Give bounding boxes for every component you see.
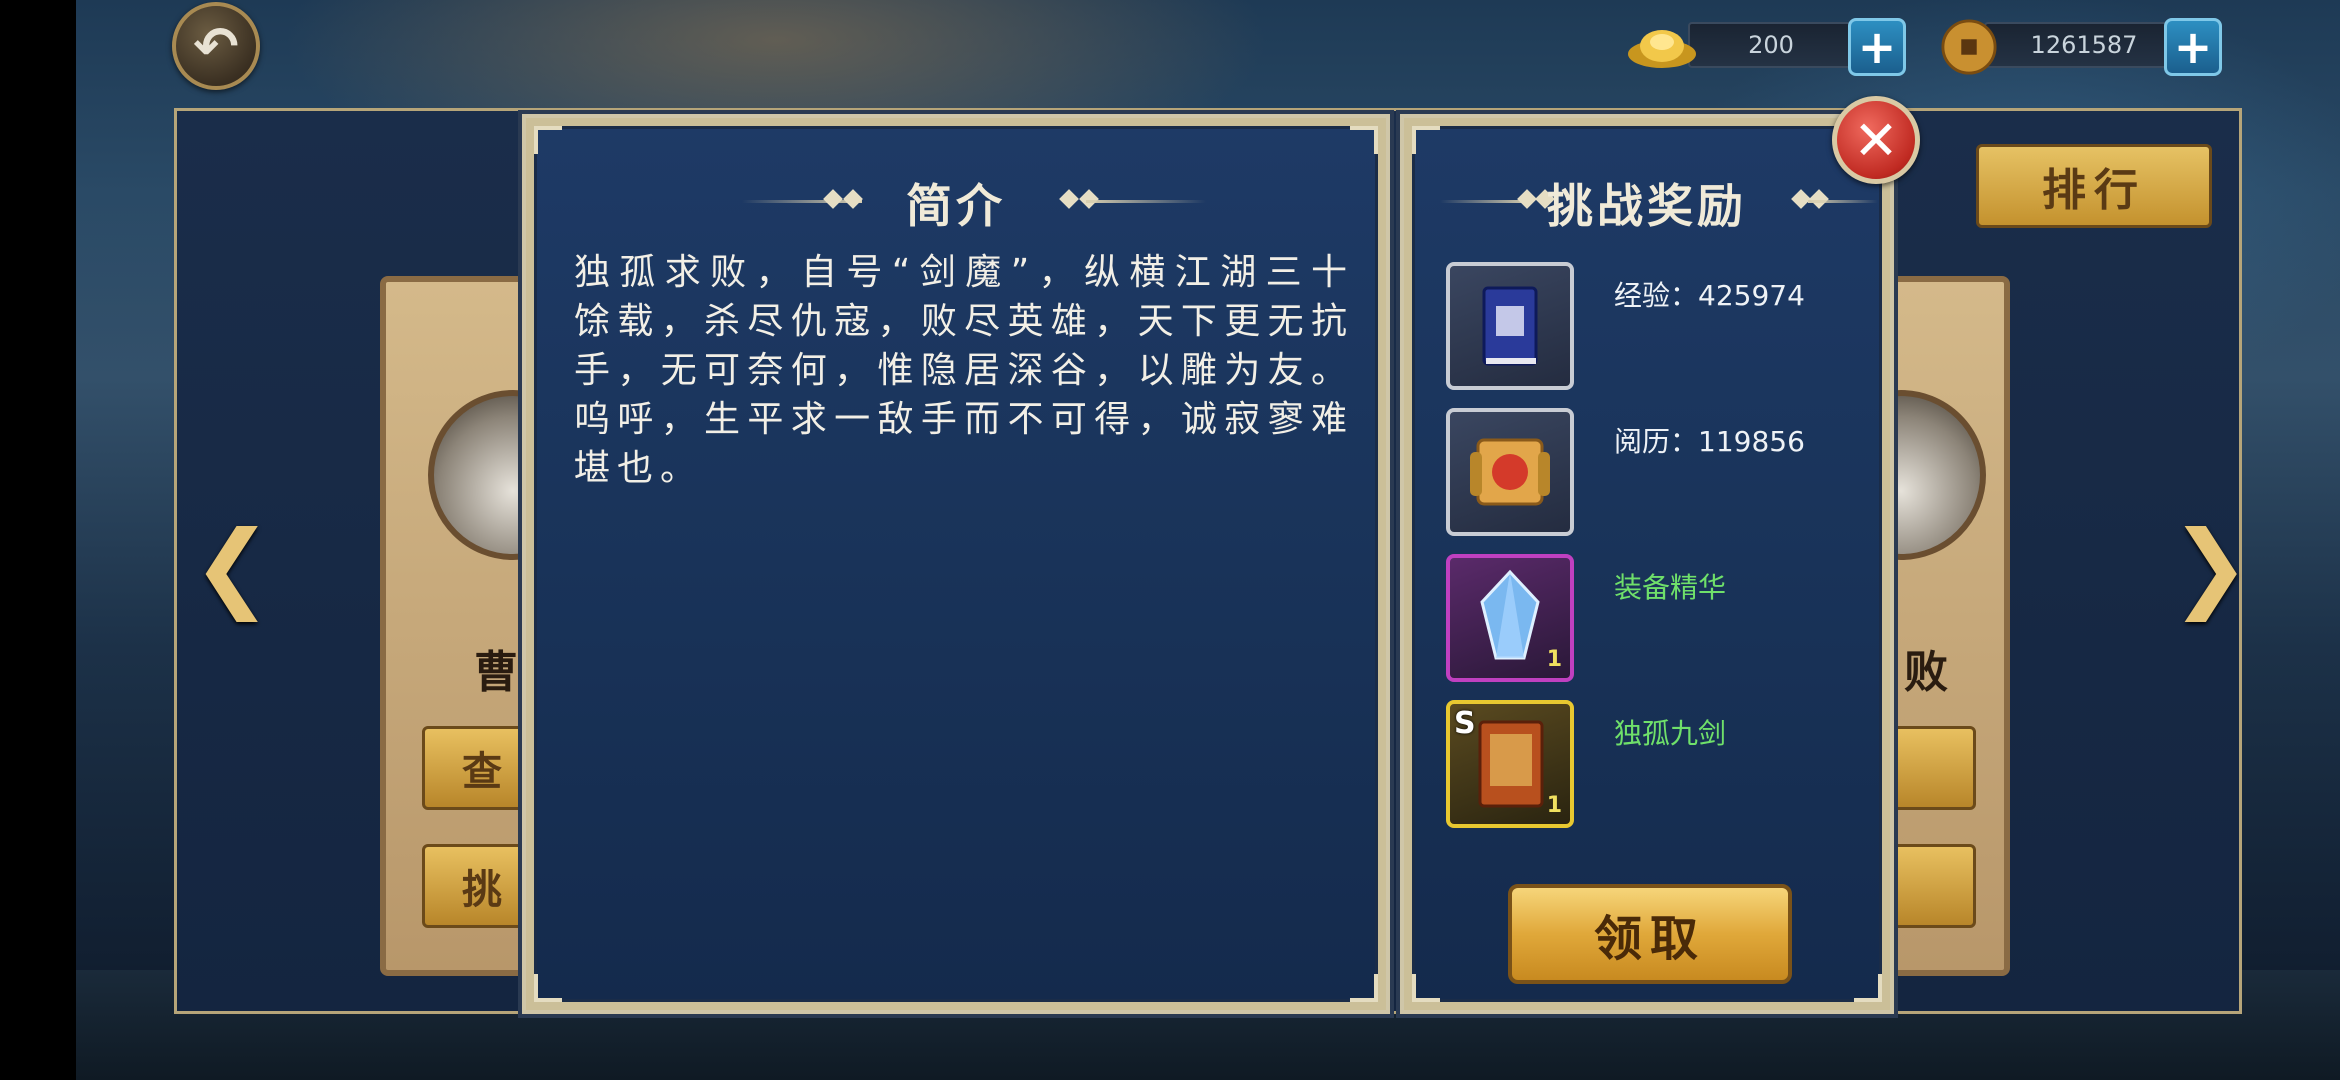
reward-panel: 挑战奖励 经验：425974 阅历：119856 1 装备精华 S 1 独孤九剑… <box>1396 110 1898 1018</box>
corner-ornament <box>1350 126 1378 154</box>
reward-slot-exp[interactable] <box>1446 262 1574 390</box>
close-icon: ✕ <box>1853 108 1899 172</box>
reward-title: 挑战奖励 <box>1547 179 1747 233</box>
reward-slot-manual[interactable]: S 1 <box>1446 700 1574 828</box>
back-button[interactable]: ↶ <box>172 2 260 90</box>
gold-amount: 200 <box>1688 22 1854 68</box>
corner-ornament <box>534 126 562 154</box>
reward-label-essence: 装备精华 <box>1614 571 1727 604</box>
intro-panel: 简介 独孤求败，自号“剑魔”，纵横江湖三十馀载，杀尽仇寇，败尽英雄，天下更无抗手… <box>518 110 1394 1018</box>
corner-ornament <box>1854 974 1882 1002</box>
chevron-left-icon[interactable]: ❮ <box>192 510 272 622</box>
item-quantity: 1 <box>1546 793 1562 818</box>
reward-label-experience: 阅历：119856 <box>1614 425 1805 458</box>
coin-amount: 1261587 <box>1984 22 2184 68</box>
intro-text: 独孤求败，自号“剑魔”，纵横江湖三十馀载，杀尽仇寇，败尽英雄，天下更无抗手，无可… <box>574 252 1354 489</box>
corner-ornament <box>534 974 562 1002</box>
scroll-icon <box>1470 438 1550 506</box>
back-arrow-icon: ↶ <box>193 14 239 78</box>
item-quantity: 1 <box>1546 647 1562 672</box>
reward-label-exp: 经验：425974 <box>1614 279 1805 312</box>
corner-ornament <box>1412 126 1440 154</box>
blue-book-icon <box>1482 286 1538 366</box>
reward-slot-essence[interactable]: 1 <box>1446 554 1574 682</box>
close-button[interactable]: ✕ <box>1832 96 1920 184</box>
intro-title: 简介 <box>906 179 1006 233</box>
add-coin-button[interactable]: + <box>2164 18 2222 76</box>
corner-ornament <box>1412 974 1440 1002</box>
grade-badge: S <box>1454 706 1476 741</box>
corner-ornament <box>1350 974 1378 1002</box>
reward-slot-experience[interactable] <box>1446 408 1574 536</box>
coin-currency: 1261587 + <box>1940 18 2240 76</box>
copper-coin-icon <box>1941 19 1997 75</box>
chevron-right-icon[interactable]: ❯ <box>2170 510 2250 622</box>
rank-button[interactable]: 排行 <box>1976 144 2212 228</box>
right-character-name: 败 <box>1904 647 1948 698</box>
reward-label-manual: 独孤九剑 <box>1614 717 1727 750</box>
claim-button[interactable]: 领取 <box>1508 884 1792 984</box>
left-character-name: 曹 <box>474 647 518 698</box>
add-gold-button[interactable]: + <box>1848 18 1906 76</box>
gold-ingot-icon <box>1628 30 1696 68</box>
